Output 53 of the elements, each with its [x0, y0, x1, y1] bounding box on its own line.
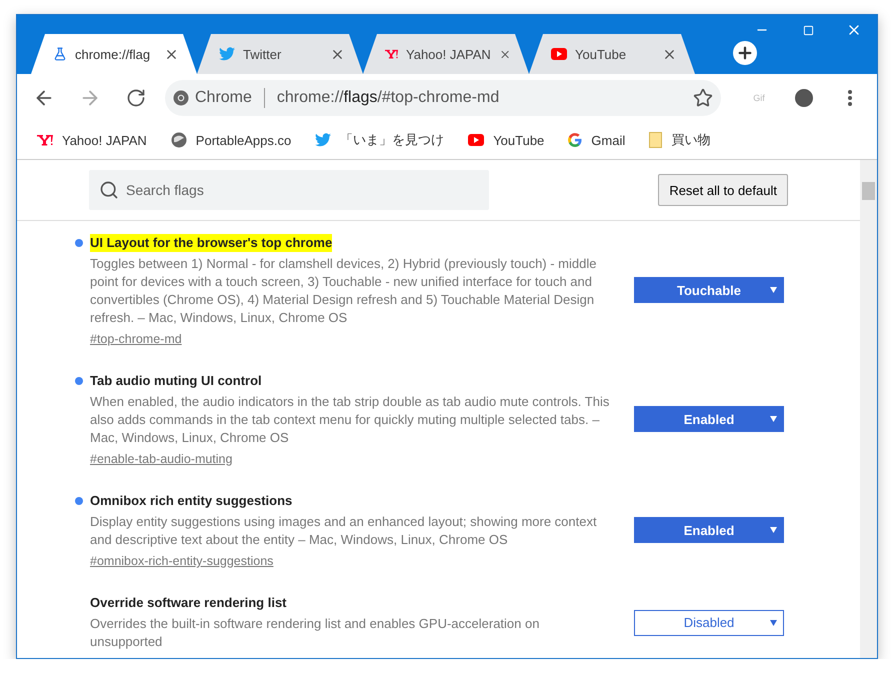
caret-icon	[770, 620, 777, 626]
bookmark-link[interactable]: Yahoo! JAPAN	[37, 132, 147, 148]
menu-icon	[848, 90, 852, 106]
globe-icon	[170, 132, 187, 148]
flask-icon	[53, 47, 67, 61]
flag-title: Omnibox rich entity suggestions	[90, 492, 292, 510]
browser-tab[interactable]: chrome://flag	[31, 34, 197, 74]
y-logo-icon	[37, 134, 53, 146]
bookmark-link[interactable]: 「いま」を見つけ	[315, 131, 444, 149]
flag-link[interactable]: #omnibox-rich-entity-suggestions	[90, 554, 274, 568]
star-icon[interactable]	[693, 88, 713, 108]
play-button-icon	[551, 48, 567, 60]
flag-select[interactable]: Enabled	[634, 406, 784, 432]
flag-select[interactable]: Enabled	[634, 517, 784, 543]
note-icon	[649, 132, 662, 148]
flag-title: UI Layout for the browser's top chrome	[90, 234, 332, 252]
caret-icon	[770, 527, 777, 533]
g-logo-icon	[568, 133, 582, 147]
url-text: chrome://flags/#top-chrome-md	[276, 88, 500, 106]
site-label: Chrome	[195, 88, 252, 106]
reset-button[interactable]: Reset all to default	[658, 174, 788, 206]
flag-description: When enabled, the audio indicators in the tab strip double as tab audio mute controls. This also adds commands in the tab context menu for quickly muting multiple selected tabs. – Mac, Windows, Linux, Chrome OS	[90, 393, 610, 447]
bookmark-link[interactable]: PortableApps.co	[170, 132, 292, 148]
caret-icon	[770, 287, 777, 293]
play-button-icon	[468, 134, 484, 146]
flag-description: Toggles between 1) Normal - for clamshell devices, 2) Hybrid (previously touch) - middle point for devices with a touch screen, 3) Touchable - new unified interface for touch and convertibles (Chrome OS), 4) Material Design refresh and 5) Touchable Material Design refresh. – Mac, Windows, Linux, Chrome OS	[90, 255, 598, 327]
flag-description: Overrides the built-in software rendering list and enables GPU-acceleration on unsupported	[90, 615, 540, 651]
flag-link[interactable]: #top-chrome-md	[90, 332, 182, 346]
flag-title: Override software rendering list	[90, 594, 287, 612]
caret-icon	[770, 416, 777, 422]
flag-description: Display entity suggestions using images and an enhanced layout; showing more context and descriptive text about the entity – Mac, Windows, Linux, Chrome OS	[90, 513, 598, 549]
flag-title: Tab audio muting UI control	[90, 372, 262, 390]
bird-icon	[219, 47, 235, 61]
bookmark-link[interactable]: Gmail	[568, 132, 626, 148]
new-tab-button[interactable]	[733, 41, 757, 65]
plus-icon	[736, 44, 754, 62]
address-bar[interactable]: Chrome chrome://flags/#top-chrome-md	[165, 80, 721, 116]
flag-link[interactable]: #enable-tab-audio-muting	[90, 452, 232, 466]
chrome-logo-icon	[173, 90, 189, 106]
browser-tab[interactable]: YouTube	[529, 34, 695, 74]
y-logo-icon	[385, 48, 398, 60]
flag-select[interactable]: Touchable	[634, 277, 784, 303]
bookmark-link[interactable]: 買い物	[649, 131, 710, 149]
bird-icon	[315, 133, 332, 147]
maximize-icon	[802, 24, 814, 36]
reload-icon	[126, 88, 146, 108]
bookmark-link[interactable]: YouTube	[468, 132, 544, 148]
search-field[interactable]: Search flags	[89, 170, 489, 210]
flag-select[interactable]: Disabled	[634, 610, 784, 636]
search-icon	[99, 180, 119, 200]
browser-tab[interactable]: Twitter	[197, 34, 363, 74]
scrollbar-thumb[interactable]	[862, 182, 875, 200]
browser-tab[interactable]: Yahoo! JAPAN	[363, 34, 529, 74]
